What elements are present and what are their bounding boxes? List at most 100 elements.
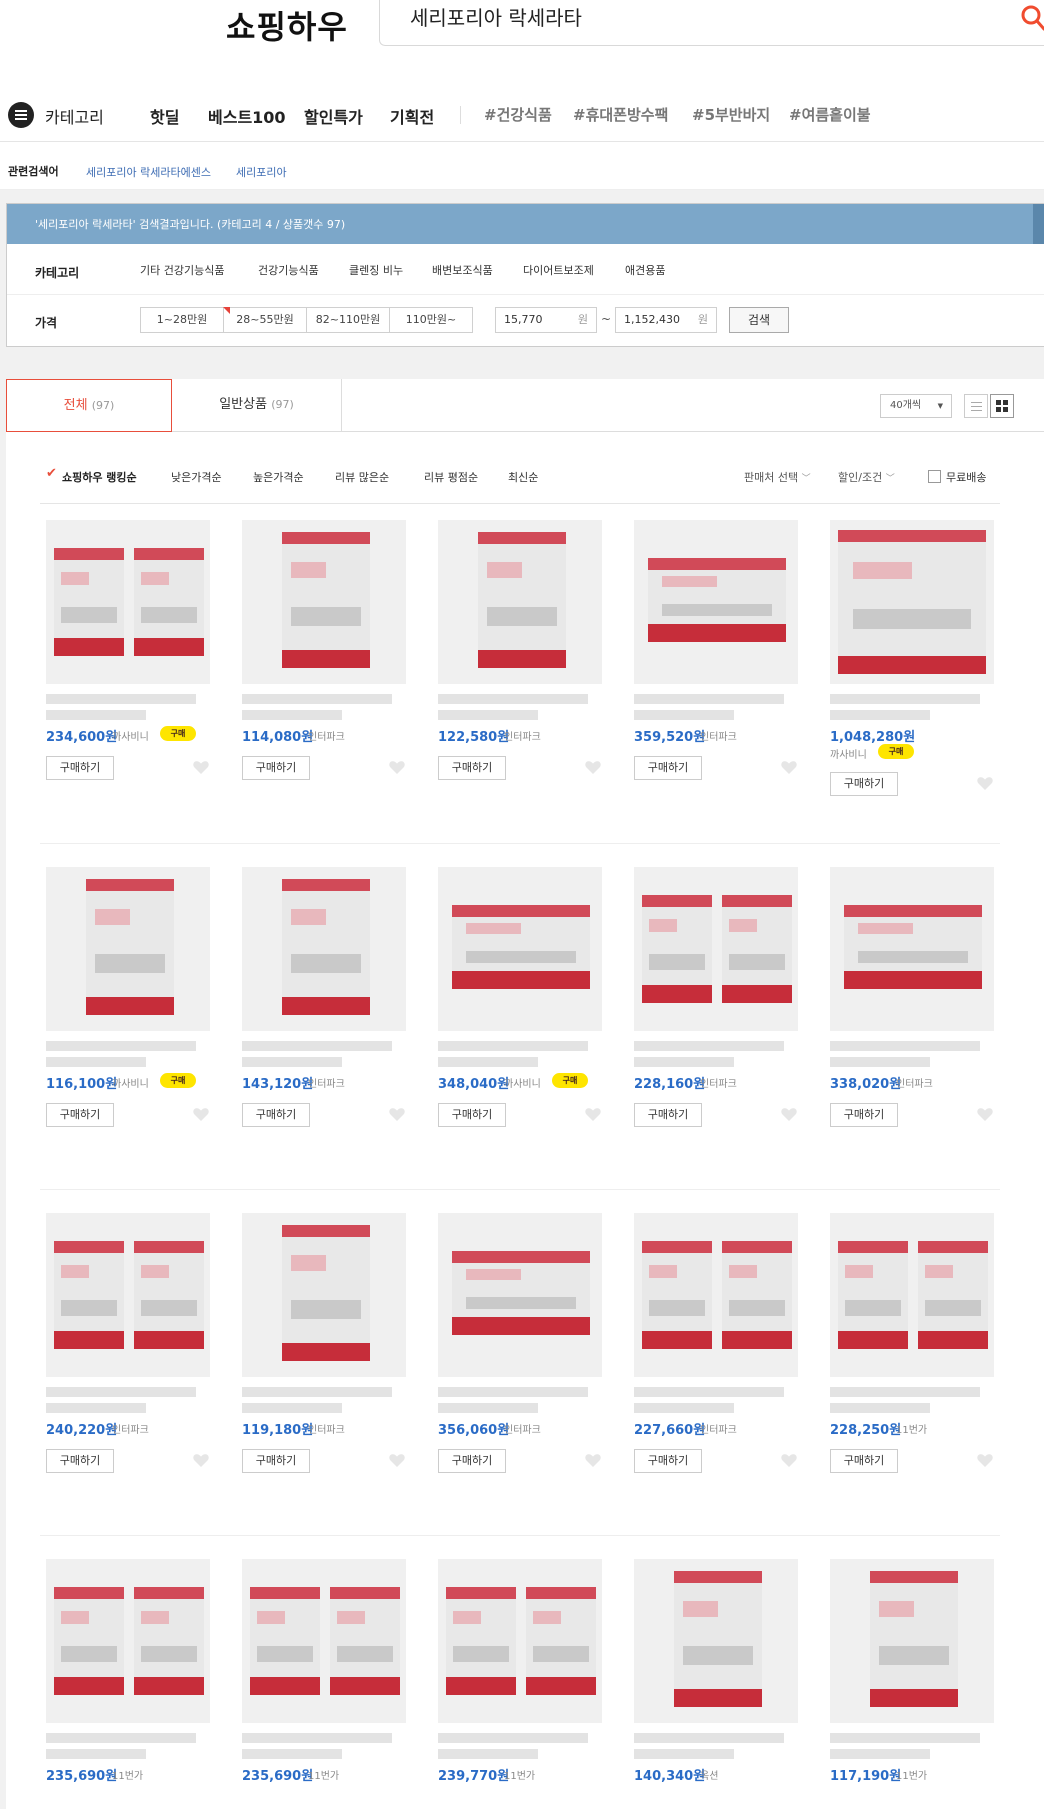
product-title-blurred[interactable] [830, 1057, 930, 1067]
buy-button[interactable]: 구매하기 [830, 1103, 898, 1127]
product-image[interactable] [830, 520, 994, 684]
product-title-blurred[interactable] [242, 1041, 392, 1051]
product-title-blurred[interactable] [46, 1403, 146, 1413]
product-title-blurred[interactable] [438, 694, 588, 704]
product-title-blurred[interactable] [242, 1387, 392, 1397]
product-image[interactable] [634, 1213, 798, 1377]
list-view-icon[interactable] [964, 394, 988, 418]
product-card[interactable]: 140,340원 옥션 [634, 1559, 806, 1809]
product-image[interactable] [242, 1213, 406, 1377]
heart-icon[interactable] [388, 758, 406, 776]
buy-button[interactable]: 구매하기 [438, 1103, 506, 1127]
product-title-blurred[interactable] [634, 694, 784, 704]
price-range-button[interactable]: 110만원~ [389, 307, 473, 333]
product-title-blurred[interactable] [242, 694, 392, 704]
product-title-blurred[interactable] [242, 1403, 342, 1413]
buy-button[interactable]: 구매하기 [634, 1449, 702, 1473]
nav-tag-shorts[interactable]: #5부반바지 [692, 104, 770, 125]
product-card[interactable]: 235,690원 11번가 [46, 1559, 218, 1809]
nav-best100[interactable]: 베스트100 [208, 104, 286, 128]
heart-icon[interactable] [584, 1105, 602, 1123]
free-shipping-checkbox[interactable] [928, 470, 941, 483]
product-card[interactable]: 235,690원 11번가 [242, 1559, 414, 1809]
site-logo[interactable]: 쇼핑하우 [226, 2, 348, 48]
category-option[interactable]: 건강기능식품 [258, 262, 319, 278]
product-image[interactable] [634, 867, 798, 1031]
product-title-blurred[interactable] [634, 1057, 734, 1067]
product-image[interactable] [438, 1213, 602, 1377]
product-card[interactable]: 359,520원 인터파크 구매하기 [634, 520, 806, 810]
product-image[interactable] [830, 1559, 994, 1723]
product-card[interactable]: 143,120원 인터파크 구매하기 [242, 867, 414, 1157]
product-title-blurred[interactable] [634, 1403, 734, 1413]
product-image[interactable] [46, 520, 210, 684]
product-title-blurred[interactable] [46, 1733, 196, 1743]
product-image[interactable] [46, 1213, 210, 1377]
product-title-blurred[interactable] [438, 1387, 588, 1397]
related-link[interactable]: 세리포리아 락세라타에센스 [86, 164, 211, 180]
product-title-blurred[interactable] [830, 1041, 980, 1051]
product-title-blurred[interactable] [438, 1403, 538, 1413]
buy-button[interactable]: 구매하기 [438, 756, 506, 780]
product-image[interactable] [242, 867, 406, 1031]
discount-filter[interactable]: 할인/조건 ﹀ [838, 469, 895, 485]
nav-tag-waterproof[interactable]: #휴대폰방수팩 [573, 104, 668, 125]
buy-button[interactable]: 구매하기 [242, 1103, 310, 1127]
heart-icon[interactable] [192, 758, 210, 776]
seller-filter[interactable]: 판매처 선택 ﹀ [744, 469, 811, 485]
product-image[interactable] [634, 1559, 798, 1723]
heart-icon[interactable] [584, 1451, 602, 1469]
heart-icon[interactable] [976, 1105, 994, 1123]
price-search-button[interactable]: 검색 [729, 307, 789, 333]
product-title-blurred[interactable] [242, 1057, 342, 1067]
product-card[interactable]: 240,220원 인터파크 구매하기 [46, 1213, 218, 1503]
product-card[interactable]: 356,060원 인터파크 구매하기 [438, 1213, 610, 1503]
grid-view-icon[interactable] [990, 394, 1014, 418]
product-title-blurred[interactable] [438, 1733, 588, 1743]
buy-button[interactable]: 구매하기 [830, 1449, 898, 1473]
product-title-blurred[interactable] [46, 710, 146, 720]
buy-button[interactable]: 구매하기 [242, 1449, 310, 1473]
product-title-blurred[interactable] [634, 1749, 734, 1759]
nav-special[interactable]: 기획전 [390, 104, 434, 128]
heart-icon[interactable] [388, 1105, 406, 1123]
chat-buy-badge[interactable]: 구매 [160, 726, 196, 741]
product-card[interactable]: 114,080원 인터파크 구매하기 [242, 520, 414, 810]
product-image[interactable] [438, 867, 602, 1031]
chat-buy-badge[interactable]: 구매 [878, 744, 914, 759]
product-image[interactable] [242, 520, 406, 684]
product-title-blurred[interactable] [830, 694, 980, 704]
product-title-blurred[interactable] [46, 694, 196, 704]
related-link[interactable]: 세리포리아 [236, 164, 287, 180]
chat-buy-badge[interactable]: 구매 [552, 1073, 588, 1088]
product-title-blurred[interactable] [634, 710, 734, 720]
product-title-blurred[interactable] [830, 710, 930, 720]
product-card[interactable]: 122,580원 인터파크 구매하기 [438, 520, 610, 810]
product-card[interactable]: 227,660원 인터파크 구매하기 [634, 1213, 806, 1503]
buy-button[interactable]: 구매하기 [46, 756, 114, 780]
search-icon[interactable] [1020, 4, 1044, 32]
heart-icon[interactable] [976, 774, 994, 792]
heart-icon[interactable] [780, 1105, 798, 1123]
product-image[interactable] [438, 520, 602, 684]
product-image[interactable] [830, 1213, 994, 1377]
category-option[interactable]: 다이어트보조제 [523, 262, 594, 278]
product-title-blurred[interactable] [830, 1749, 930, 1759]
buy-button[interactable]: 구매하기 [438, 1449, 506, 1473]
product-title-blurred[interactable] [46, 1041, 196, 1051]
product-image[interactable] [634, 520, 798, 684]
product-card[interactable]: 234,600원 까사비니 구매 구매하기 [46, 520, 218, 810]
chat-buy-badge[interactable]: 구매 [160, 1073, 196, 1088]
price-max-input[interactable]: 1,152,430 원 [615, 307, 717, 333]
product-card[interactable]: 228,160원 인터파크 구매하기 [634, 867, 806, 1157]
category-option[interactable]: 배변보조식품 [432, 262, 493, 278]
nav-hotdeal[interactable]: 핫딜 [150, 104, 179, 128]
product-image[interactable] [46, 867, 210, 1031]
product-title-blurred[interactable] [634, 1733, 784, 1743]
product-title-blurred[interactable] [830, 1733, 980, 1743]
category-option[interactable]: 애견용품 [625, 262, 665, 278]
product-title-blurred[interactable] [634, 1387, 784, 1397]
buy-button[interactable]: 구매하기 [634, 1103, 702, 1127]
heart-icon[interactable] [192, 1105, 210, 1123]
product-image[interactable] [830, 867, 994, 1031]
